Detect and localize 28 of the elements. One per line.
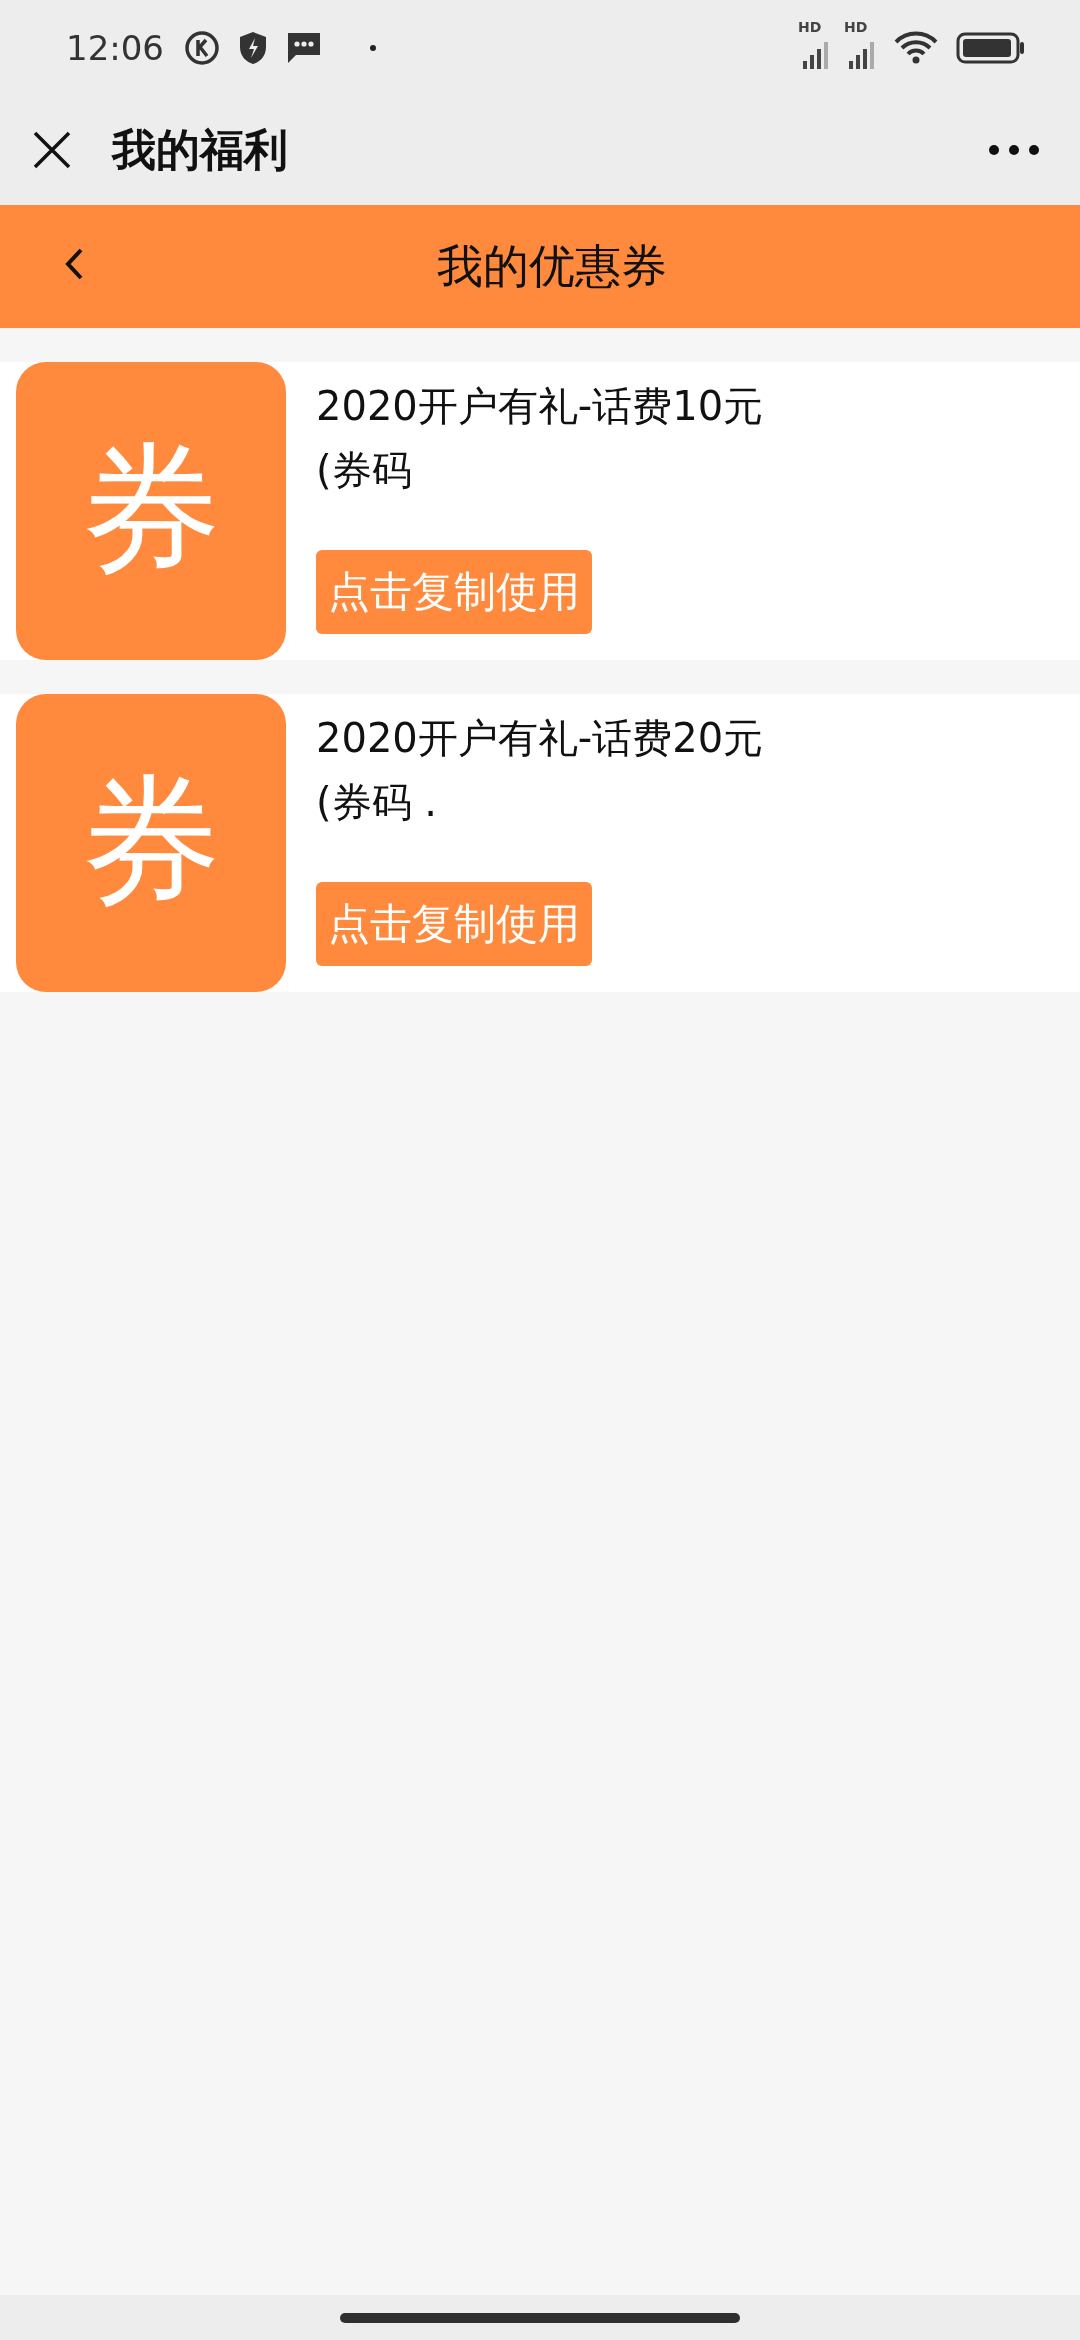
header-title: 我的优惠券 <box>437 237 667 295</box>
copy-button[interactable]: 点击复制使用 <box>316 882 592 966</box>
wifi-icon <box>894 29 938 66</box>
clock-time: 12:06 <box>66 27 164 68</box>
message-icon <box>286 30 322 65</box>
battery-icon <box>956 31 1026 64</box>
coupon-code: (券码 <box>316 446 412 495</box>
more-button[interactable] <box>988 144 1040 156</box>
coupon-badge: 券 <box>16 694 286 992</box>
back-button[interactable] <box>64 247 84 281</box>
dot-icon <box>370 44 376 51</box>
hd-label: HD <box>844 18 868 35</box>
coupon-code: (券码 . <box>316 778 438 827</box>
close-button[interactable] <box>32 130 72 170</box>
shield-icon <box>238 30 268 65</box>
copy-button[interactable]: 点击复制使用 <box>316 550 592 634</box>
home-indicator[interactable] <box>340 2312 740 2323</box>
more-icon <box>988 144 1040 156</box>
coupon-title: 2020开户有礼-话费10元 <box>316 382 764 431</box>
signal-icon <box>848 40 876 69</box>
coupon-badge: 券 <box>16 362 286 660</box>
k-circle-icon <box>184 29 220 66</box>
back-icon <box>64 247 84 281</box>
page-title: 我的福利 <box>112 122 289 177</box>
hd-label: HD <box>798 18 822 35</box>
close-icon <box>32 130 72 170</box>
coupon-title: 2020开户有礼-话费20元 <box>316 714 764 763</box>
signal-icon <box>802 40 830 69</box>
